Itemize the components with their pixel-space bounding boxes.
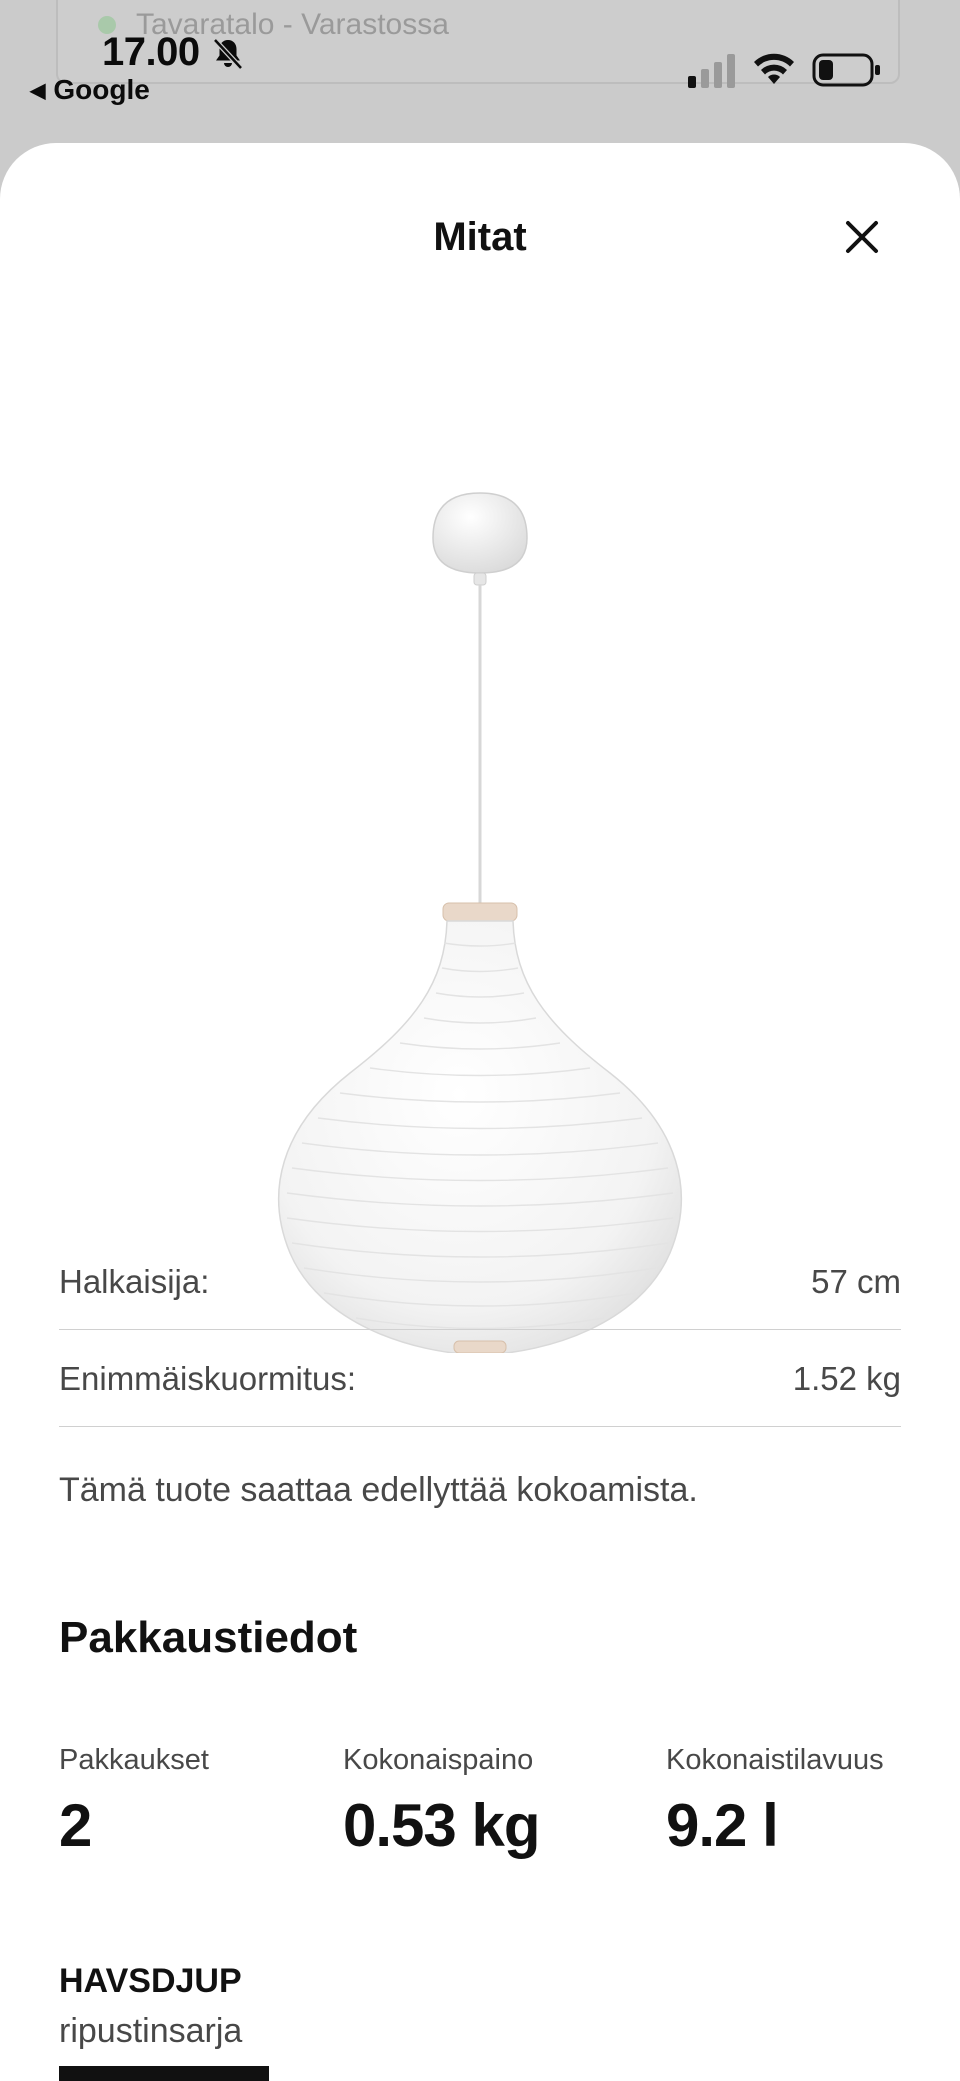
back-to-app-link[interactable]: ◀ Google [30, 74, 150, 106]
dimension-label: Enimmäiskuormitus: [59, 1359, 357, 1397]
package-product-description: ripustinsarja [59, 2012, 243, 2050]
total-weight: Kokonaispaino 0.53 kg [343, 1744, 540, 1860]
dimension-value: 1.52 kg [792, 1359, 901, 1397]
screen: Tavaratalo - Varastossa 17.00 ◀ Google M… [0, 0, 960, 2081]
close-icon[interactable] [840, 215, 884, 259]
product-image [278, 492, 682, 1353]
back-app-label: Google [53, 74, 150, 105]
dimension-row: Halkaisija: 57 cm [59, 1234, 901, 1330]
packaging-heading: Pakkaustiedot [59, 1613, 358, 1662]
dimension-label: Halkaisija: [59, 1262, 210, 1300]
battery-icon [812, 53, 880, 87]
wifi-icon [754, 53, 794, 84]
assembly-note: Tämä tuote saattaa edellyttää kokoamista… [59, 1471, 698, 1509]
back-triangle-icon: ◀ [30, 79, 46, 102]
total-weight-label: Kokonaispaino [343, 1744, 534, 1776]
packages-value: 2 [59, 1792, 92, 1859]
article-number-badge [59, 2066, 269, 2081]
packages-count: Pakkaukset 2 [59, 1744, 209, 1860]
total-volume-label: Kokonaistilavuus [666, 1744, 884, 1776]
total-volume-value: 9.2 l [666, 1792, 779, 1859]
dimension-row: Enimmäiskuormitus: 1.52 kg [59, 1331, 901, 1427]
sheet-title: Mitat [433, 215, 527, 259]
bell-slash-icon [213, 38, 243, 70]
cellular-signal-icon [688, 54, 735, 88]
dimension-value: 57 cm [811, 1262, 901, 1300]
total-weight-value: 0.53 kg [343, 1792, 540, 1859]
packages-label: Pakkaukset [59, 1744, 209, 1776]
status-time: 17.00 [102, 30, 200, 74]
package-product-name: HAVSDJUP [59, 1962, 242, 2000]
total-volume: Kokonaistilavuus 9.2 l [666, 1744, 884, 1860]
